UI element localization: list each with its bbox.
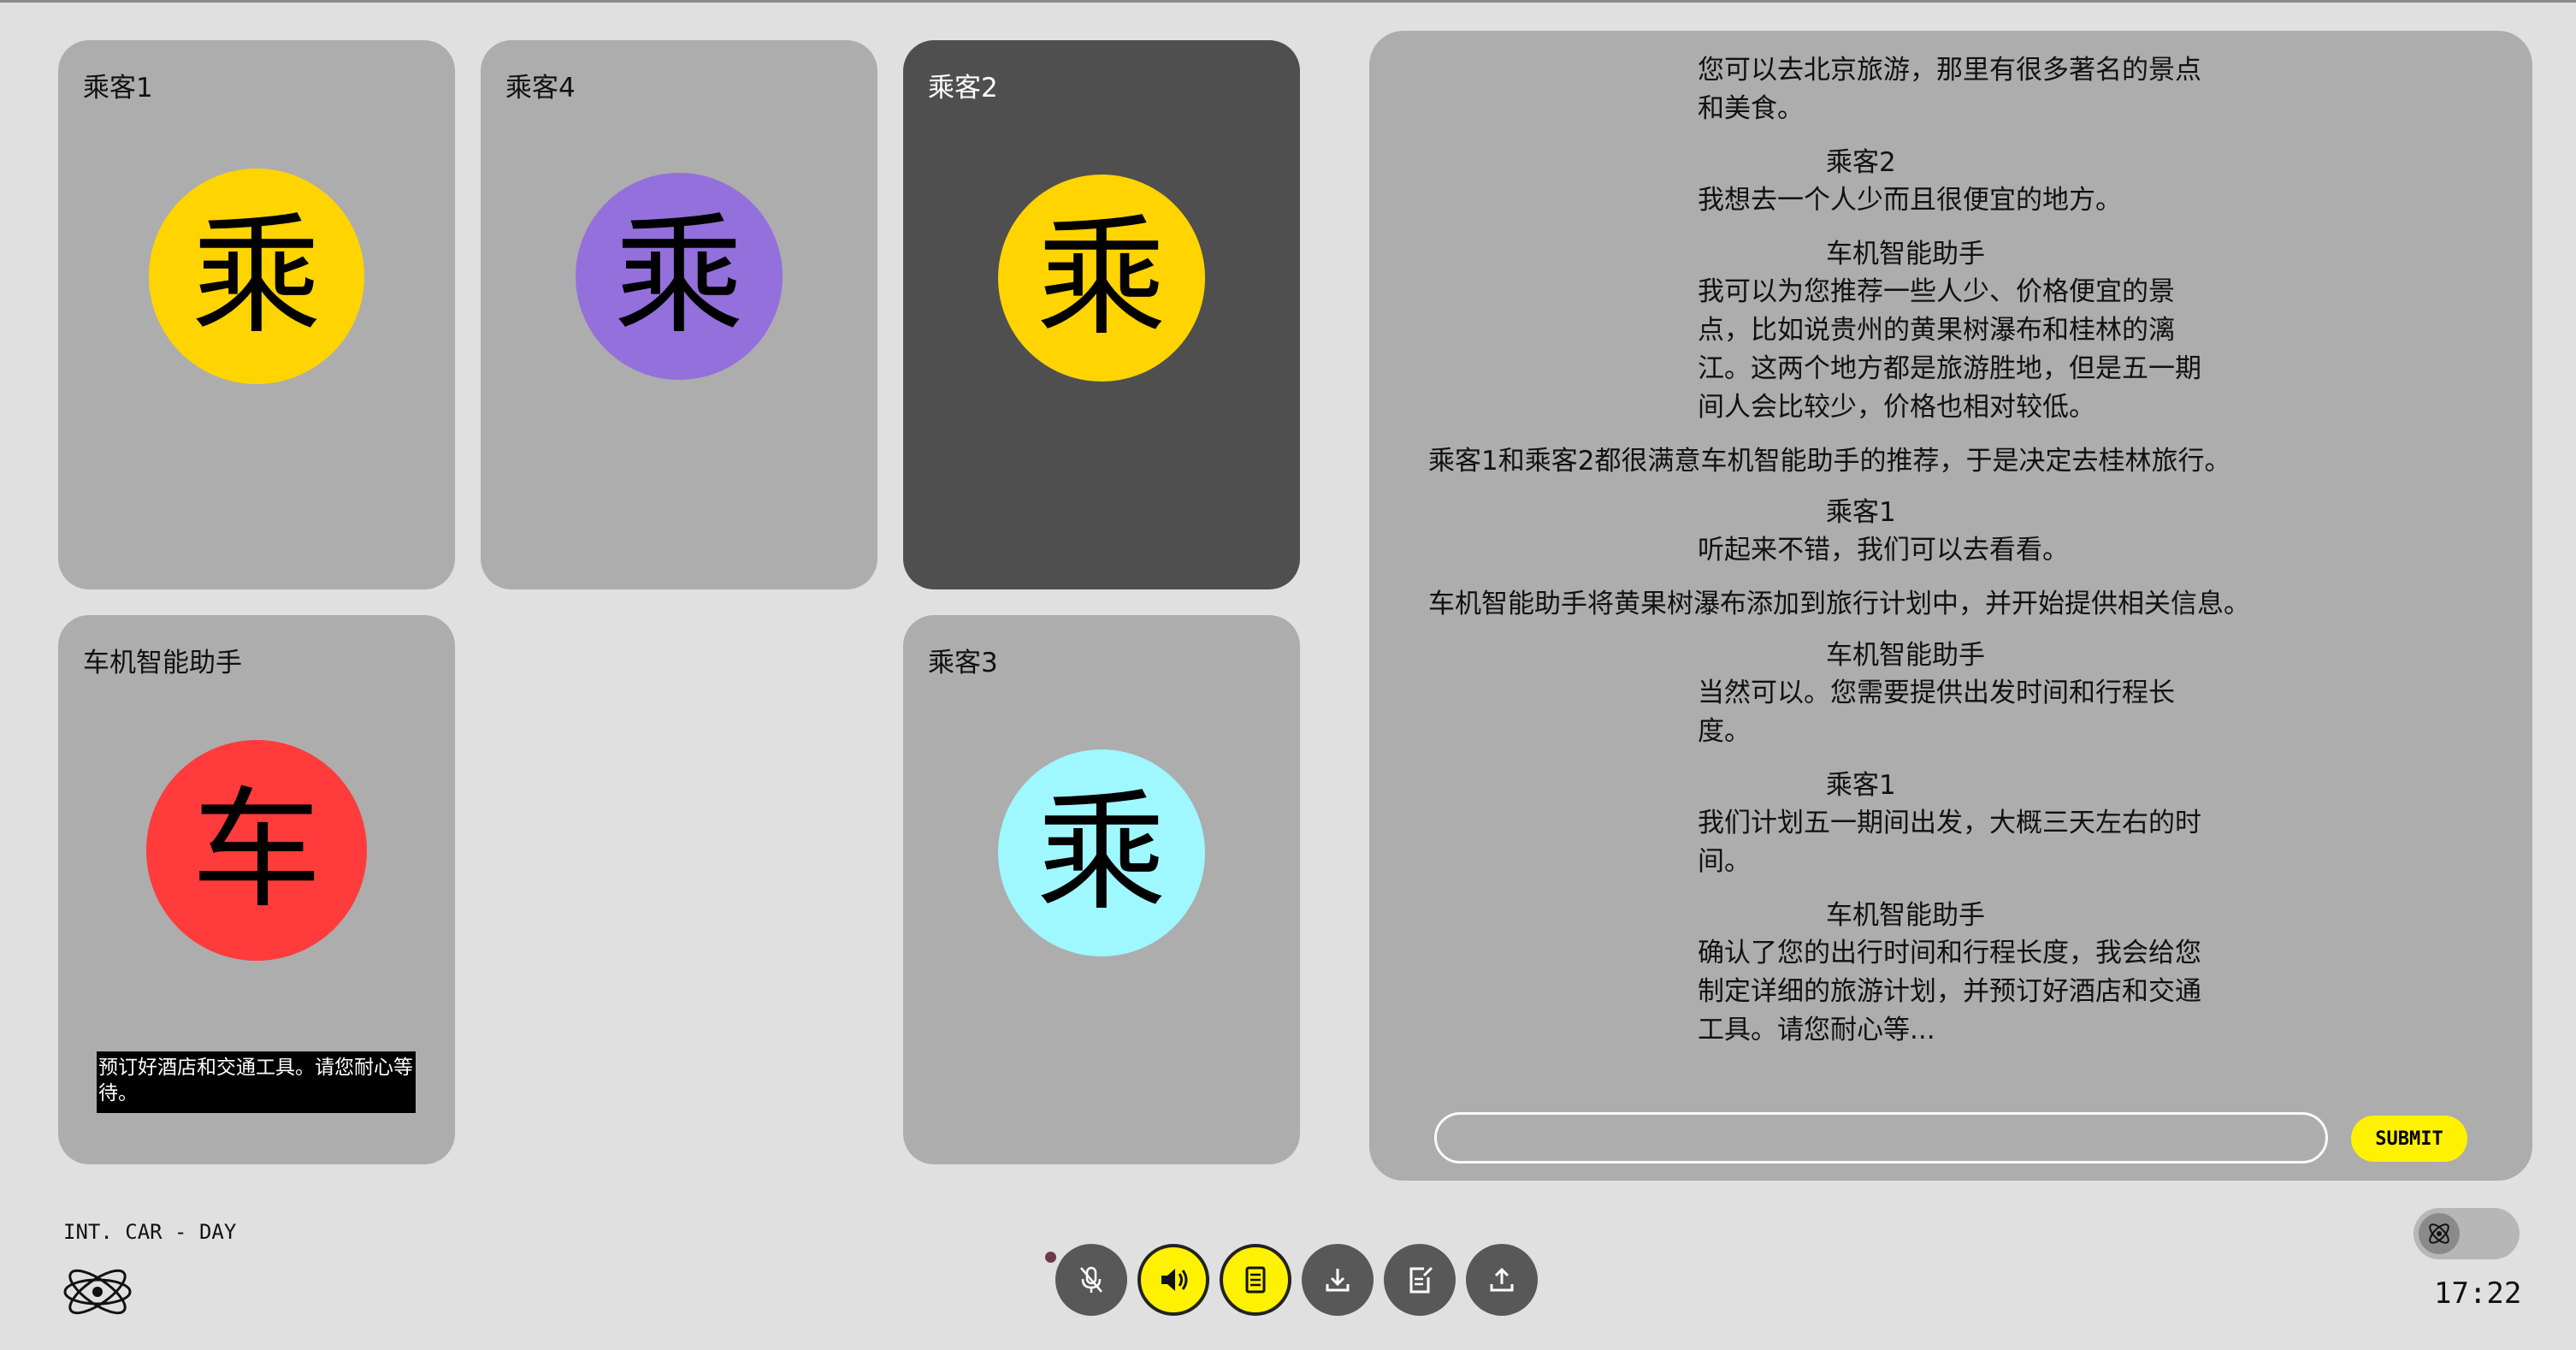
transcript-message: 车机智能助手我可以为您推荐一些人少、价格便宜的景点，比如说贵州的黄果树瀑布和桂林… — [1428, 235, 2497, 427]
participant-card-assistant[interactable]: 车机智能助手 车 预订好酒店和交通工具。请您耐心等待。 — [58, 615, 455, 1164]
message-speaker: 乘客1 — [1826, 770, 1896, 801]
download-icon — [1326, 1269, 1350, 1292]
participant-name: 乘客2 — [928, 73, 998, 104]
transcript-toggle-button[interactable] — [1220, 1244, 1291, 1316]
participant-avatar: 车 — [146, 740, 367, 961]
chat-input[interactable] — [1434, 1112, 2328, 1163]
participant-card-passenger4[interactable]: 乘客4 乘 — [481, 40, 877, 589]
participant-name: 乘客4 — [505, 73, 576, 104]
message-speaker: 车机智能助手 — [1826, 239, 1985, 269]
participant-name: 车机智能助手 — [83, 648, 242, 678]
transcript-message: 乘客1 听起来不错，我们可以去看看。 — [1428, 494, 2497, 570]
upload-icon — [1490, 1267, 1514, 1292]
scene-label: INT. CAR - DAY — [63, 1220, 237, 1244]
clock: 17:22 — [2434, 1276, 2522, 1311]
document-icon — [1245, 1266, 1266, 1294]
message-text: 您可以去北京旅游，那里有很多著名的景点和美食。 — [1698, 55, 2201, 124]
toggle-knob — [2419, 1213, 2460, 1254]
message-text: 听起来不错，我们可以去看看。 — [1698, 535, 2069, 565]
narration-line: 乘客1和乘客2都很满意车机智能助手的推荐，于是决定去桂林旅行。 — [1428, 446, 2231, 477]
speaker-icon — [1161, 1269, 1188, 1291]
transcript-message: 车机智能助手当然可以。您需要提供出发时间和行程长度。 — [1428, 637, 2497, 751]
download-button[interactable] — [1302, 1244, 1374, 1316]
message-speaker: 乘客1 — [1826, 497, 1896, 528]
transcript-message: 乘客1 我们计划五一期间出发，大概三天左右的时间。 — [1428, 767, 2497, 881]
transcript-log[interactable]: 您可以去北京旅游，那里有很多著名的景点和美食。乘客2 我想去一个人少而且很便宜的地… — [1428, 51, 2497, 1069]
edit-document-button[interactable] — [1384, 1244, 1456, 1316]
message-text: 当然可以。您需要提供出发时间和行程长度。 — [1698, 678, 2175, 747]
narration-line: 车机智能助手开始为乘客制定旅行计划，全程指导他们完成五一假期的愉快旅游体验。 — [1428, 1065, 2497, 1069]
narration-line: 车机智能助手将黄果树瀑布添加到旅行计划中，并开始提供相关信息。 — [1428, 589, 2250, 619]
edit-document-icon — [1409, 1266, 1433, 1294]
participant-card-passenger3[interactable]: 乘客3 乘 — [903, 615, 1300, 1164]
participant-name: 乘客3 — [928, 648, 998, 678]
recording-indicator — [1045, 1252, 1056, 1263]
share-button[interactable] — [1466, 1244, 1538, 1316]
message-text: 我想去一个人少而且很便宜的地方。 — [1698, 185, 2122, 216]
mic-mute-button[interactable] — [1055, 1244, 1127, 1316]
message-text: 我们计划五一期间出发，大概三天左右的时间。 — [1698, 808, 2201, 877]
submit-button[interactable]: SUBMIT — [2351, 1116, 2467, 1162]
message-speaker: 车机智能助手 — [1826, 900, 1985, 931]
mic-off-icon — [1080, 1266, 1102, 1293]
participant-avatar: 乘 — [576, 173, 783, 380]
message-speaker: 车机智能助手 — [1826, 640, 1985, 671]
transcript-panel: 您可以去北京旅游，那里有很多著名的景点和美食。乘客2 我想去一个人少而且很便宜的地… — [1369, 31, 2532, 1181]
participant-avatar: 乘 — [998, 175, 1205, 382]
atom-logo-icon[interactable] — [62, 1268, 133, 1316]
participant-card-passenger2[interactable]: 乘客2 乘 — [903, 40, 1300, 589]
transcript-message: 车机智能助手确认了您的出行时间和行程长度，我会给您制定详细的旅游计划，并预订好酒… — [1428, 897, 2497, 1050]
transcript-message: 您可以去北京旅游，那里有很多著名的景点和美食。 — [1428, 51, 2497, 128]
participant-name: 乘客1 — [83, 73, 153, 104]
message-text: 我可以为您推荐一些人少、价格便宜的景点，比如说贵州的黄果树瀑布和桂林的漓江。这两… — [1698, 276, 2201, 423]
speaker-button[interactable] — [1137, 1244, 1209, 1316]
participant-avatar: 乘 — [149, 169, 364, 384]
live-subtitle: 预订好酒店和交通工具。请您耐心等待。 — [97, 1051, 416, 1113]
mode-toggle[interactable] — [2414, 1208, 2520, 1259]
message-speaker: 乘客2 — [1826, 147, 1896, 178]
transcript-message: 乘客2 我想去一个人少而且很便宜的地方。 — [1428, 144, 2497, 220]
participant-card-passenger1[interactable]: 乘客1 乘 — [58, 40, 455, 589]
message-text: 确认了您的出行时间和行程长度，我会给您制定详细的旅游计划，并预订好酒店和交通工具… — [1698, 938, 2201, 1045]
atom-off-icon — [2429, 1223, 2449, 1244]
participant-avatar: 乘 — [998, 749, 1205, 956]
